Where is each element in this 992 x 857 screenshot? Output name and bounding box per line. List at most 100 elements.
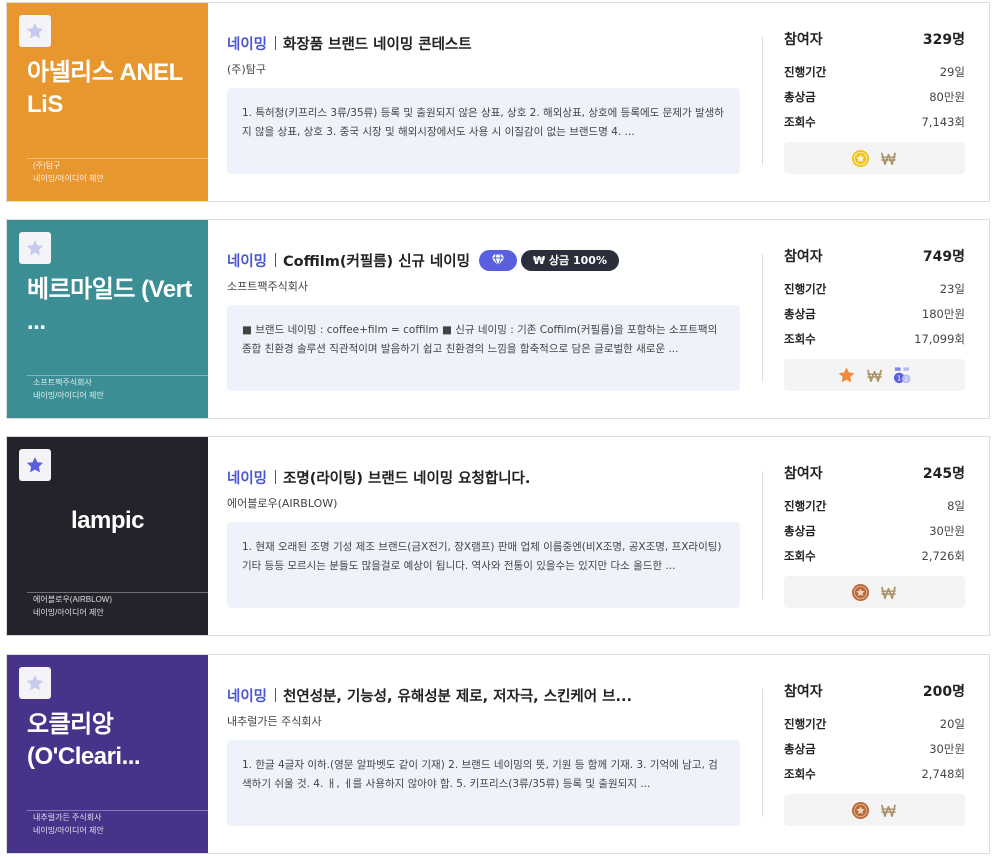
contest-description[interactable]: 1. 현재 오래된 조명 기성 제조 브랜드(금X전기, 장X램프) 판매 업체… [227,522,740,608]
favorite-button[interactable] [19,232,51,264]
contest-title[interactable]: 조명(라이팅) 브랜드 네이밍 요청합니다. [283,467,530,488]
period-row: 진행기간 29일 [784,64,965,80]
views-row: 조회수 2,748회 [784,766,965,782]
favorite-button[interactable] [19,15,51,47]
thumbnail-company: 내추럴가든 주식회사 [33,813,102,822]
svg-text:1: 1 [897,374,901,382]
prize-label: 총상금 [784,524,816,538]
contest-info: 네이밍 Coffilm(커필름) 신규 네이밍 ₩ 상금 100% 소프트팩주식… [227,220,747,418]
contest-category[interactable]: 네이밍 [227,33,267,54]
period-row: 진행기간 23일 [784,281,965,297]
contest-card[interactable]: 오클리앙(O'Cleari... 내추럴가든 주식회사 네이밍/아이디어 제안 … [6,654,990,854]
period-value: 8일 [947,499,965,513]
contest-thumbnail[interactable]: 아넬리스 ANEL LiS (주)탐구 네이밍/아이디어 제안 [7,3,208,201]
contest-title-row[interactable]: 네이밍 조명(라이팅) 브랜드 네이밍 요청합니다. [227,465,530,489]
contest-title-row[interactable]: 네이밍 화장품 브랜드 네이밍 콘테스트 [227,31,472,55]
thumbnail-title: 베르마일드 (Vert ... [27,276,192,335]
period-label: 진행기간 [784,282,827,296]
won-icon [881,804,896,817]
prize-row: 총상금 30만원 [784,741,965,757]
prize-value: 30만원 [929,742,965,756]
contest-category[interactable]: 네이밍 [227,685,267,706]
star-outline-icon [26,23,44,39]
won-icon [881,586,896,599]
bronze-medal-icon [851,801,870,819]
participants-label: 참여자 [784,249,823,265]
contest-stats: 참여자 200명 진행기간 20일 총상금 30만원 조회수 2,748회 [784,655,965,853]
contest-category[interactable]: 네이밍 [227,250,267,271]
contest-title[interactable]: 천연성분, 기능성, 유해성분 제로, 저자극, 스킨케어 브... [283,685,632,706]
period-value: 20일 [939,717,965,731]
prize-label: 총상금 [784,742,816,756]
thumbnail-footer: (주)탐구 네이밍/아이디어 제안 [33,159,104,185]
won-icon [881,152,896,165]
period-label: 진행기간 [784,717,827,731]
thumbnail-footer: 에어블로우(AIRBLOW) 네이밍/아이디어 제안 [33,593,112,619]
participants-count: 200명 [922,684,965,700]
participants-row: 참여자 329명 [784,29,965,49]
contest-card[interactable]: lampic 에어블로우(AIRBLOW) 네이밍/아이디어 제안 네이밍 조명… [6,436,990,636]
diamond-icon [491,254,505,266]
participants-count: 749명 [922,249,965,265]
title-separator [275,253,277,267]
stats-divider [762,689,763,817]
contest-card[interactable]: 아넬리스 ANEL LiS (주)탐구 네이밍/아이디어 제안 네이밍 화장품 … [6,2,990,202]
views-row: 조회수 7,143회 [784,114,965,130]
participants-count: 329명 [922,32,965,48]
thumbnail-type: 네이밍/아이디어 제안 [33,174,104,183]
contest-thumbnail[interactable]: 베르마일드 (Vert ... 소프트팩주식회사 네이밍/아이디어 제안 [7,220,208,418]
contest-stats: 참여자 749명 진행기간 23일 총상금 180만원 조회수 17,099회 … [784,220,965,418]
premium-badge [478,249,517,271]
thumbnail-type: 네이밍/아이디어 제안 [33,608,104,617]
contest-stats: 참여자 245명 진행기간 8일 총상금 30만원 조회수 2,726회 [784,437,965,635]
period-value: 23일 [939,282,965,296]
prize-row: 총상금 30만원 [784,523,965,539]
contest-badges [784,576,965,608]
contest-title[interactable]: Coffilm(커필름) 신규 네이밍 [283,250,470,271]
views-row: 조회수 17,099회 [784,331,965,347]
stats-divider [762,471,763,599]
thumbnail-company: 에어블로우(AIRBLOW) [33,595,113,604]
thumbnail-title: 아넬리스 ANEL LiS [27,59,183,118]
contest-title[interactable]: 화장품 브랜드 네이밍 콘테스트 [283,33,472,54]
prize-row: 총상금 80만원 [784,89,965,105]
period-row: 진행기간 20일 [784,716,965,732]
thumbnail-footer: 내추럴가든 주식회사 네이밍/아이디어 제안 [33,811,104,837]
contest-thumbnail[interactable]: lampic 에어블로우(AIRBLOW) 네이밍/아이디어 제안 [7,437,208,635]
prize-value: 30만원 [929,524,965,538]
svg-text:2: 2 [904,377,908,383]
contest-category[interactable]: 네이밍 [227,467,267,488]
stats-divider [762,254,763,382]
title-separator [275,688,277,702]
favorite-button[interactable] [19,449,51,481]
participants-row: 참여자 749명 [784,246,965,266]
views-row: 조회수 2,726회 [784,548,965,564]
participants-count: 245명 [922,466,965,482]
thumbnail-footer: 소프트팩주식회사 네이밍/아이디어 제안 [33,376,104,402]
views-label: 조회수 [784,549,816,563]
participants-row: 참여자 200명 [784,681,965,701]
contest-badges [784,794,965,826]
views-value: 7,143회 [921,115,965,129]
contest-title-row[interactable]: 네이밍 Coffilm(커필름) 신규 네이밍 ₩ 상금 100% [227,248,619,272]
star-filled-icon [26,457,44,473]
thumbnail-company: 소프트팩주식회사 [33,378,92,387]
contest-card[interactable]: 베르마일드 (Vert ... 소프트팩주식회사 네이밍/아이디어 제안 네이밍… [6,219,990,419]
contest-company: 소프트팩주식회사 [227,280,308,293]
star-outline-icon [26,675,44,691]
contest-company: 에어블로우(AIRBLOW) [227,497,338,510]
views-label: 조회수 [784,115,816,129]
contest-thumbnail[interactable]: 오클리앙(O'Cleari... 내추럴가든 주식회사 네이밍/아이디어 제안 [7,655,208,853]
star-icon [838,366,855,382]
views-value: 17,099회 [914,332,965,346]
prize-value: 180만원 [921,307,965,321]
contest-company: 내추럴가든 주식회사 [227,715,322,728]
favorite-button[interactable] [19,667,51,699]
views-value: 2,748회 [921,767,965,781]
gold-medal-icon [851,149,870,167]
contest-info: 네이밍 화장품 브랜드 네이밍 콘테스트 (주)탐구 1. 특허청(키프리스 3… [227,3,747,201]
contest-description[interactable]: 1. 한글 4글자 이하.(영문 알파벳도 같이 기재) 2. 브랜드 네이밍의… [227,740,740,826]
contest-description[interactable]: 1. 특허청(키프리스 3류/35류) 등록 및 출원되지 않은 상표, 상호 … [227,88,740,174]
contest-description[interactable]: ■ 브랜드 네이밍 : coffee+film = coffilm ■ 신규 네… [227,305,740,391]
contest-title-row[interactable]: 네이밍 천연성분, 기능성, 유해성분 제로, 저자극, 스킨케어 브... [227,683,632,707]
